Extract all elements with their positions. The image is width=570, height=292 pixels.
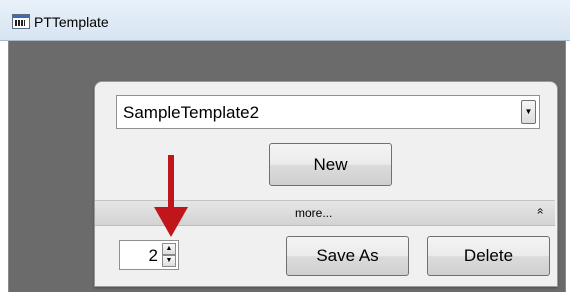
more-label[interactable]: more...	[295, 206, 332, 220]
double-chevron-up-icon[interactable]: »	[532, 208, 546, 215]
copies-spinner-value[interactable]: 2	[149, 246, 158, 266]
annotation-arrow-icon	[154, 207, 188, 237]
window-title: PTTemplate	[34, 14, 109, 30]
template-combobox[interactable]: SampleTemplate2 ▼	[116, 95, 540, 129]
delete-button[interactable]: Delete	[427, 236, 550, 276]
new-button[interactable]: New	[269, 143, 392, 186]
copies-spinner[interactable]: 2 ▲ ▼	[119, 240, 179, 270]
app-barcode-icon	[12, 14, 30, 29]
template-combobox-value: SampleTemplate2	[123, 103, 260, 122]
chevron-down-icon[interactable]: ▼	[521, 100, 536, 124]
title-bar[interactable]: PTTemplate	[0, 0, 570, 41]
save-as-button[interactable]: Save As	[286, 236, 409, 276]
spinner-up-icon[interactable]: ▲	[162, 243, 176, 255]
app-window: PTTemplate SampleTemplate2 ▼ New more...…	[0, 0, 570, 292]
annotation-arrow-shaft	[168, 155, 174, 209]
spinner-down-icon[interactable]: ▼	[162, 255, 176, 267]
